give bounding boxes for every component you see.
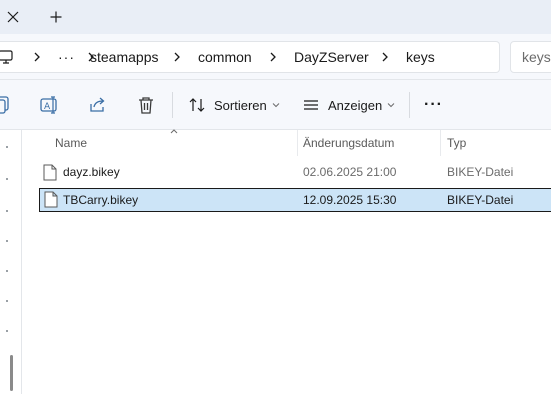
file-icon [44, 191, 58, 208]
nav-item-marker [6, 240, 8, 242]
file-list: Name Änderungsdatum Typ dayz.bikey 02.06… [22, 129, 551, 394]
file-icon [43, 164, 57, 181]
more-options-button[interactable]: ··· [424, 92, 443, 118]
search-placeholder: keys [522, 49, 551, 65]
plus-icon [50, 11, 62, 23]
file-type: BIKEY-Datei [447, 165, 514, 179]
command-bar: A Sortieren Anzeigen ··· [0, 80, 551, 130]
new-tab-button[interactable] [42, 4, 70, 30]
breadcrumb-common[interactable]: common [198, 42, 252, 72]
sort-icon [189, 98, 205, 112]
toolbar-separator [409, 92, 410, 118]
file-row-selected[interactable]: TBCarry.bikey 12.09.2025 15:30 BIKEY-Dat… [39, 188, 551, 212]
copy-icon[interactable] [0, 95, 14, 115]
chevron-down-icon [387, 103, 395, 108]
chevron-right-icon [174, 52, 180, 62]
chevron-right-icon [34, 52, 40, 62]
close-icon [7, 11, 19, 23]
breadcrumb-dayzserver[interactable]: DayZServer [294, 42, 369, 72]
nav-item-marker [6, 146, 8, 148]
file-date: 02.06.2025 21:00 [303, 165, 397, 179]
close-tab-button[interactable] [0, 4, 26, 30]
delete-icon[interactable] [136, 95, 156, 115]
svg-text:A: A [44, 102, 51, 112]
computer-icon [0, 50, 13, 64]
breadcrumb-keys[interactable]: keys [406, 42, 435, 72]
view-label: Anzeigen [328, 97, 383, 113]
chevron-right-icon [382, 52, 388, 62]
column-divider[interactable] [440, 130, 441, 156]
nav-item-marker [6, 330, 8, 332]
chevron-down-icon [272, 103, 280, 108]
nav-scrollbar[interactable] [10, 355, 13, 391]
column-divider[interactable] [297, 130, 298, 156]
sort-ascending-icon [170, 129, 178, 134]
breadcrumb-steamapps[interactable]: steamapps [90, 42, 158, 72]
file-row[interactable]: dayz.bikey 02.06.2025 21:00 BIKEY-Datei [39, 161, 551, 185]
tab-strip [0, 0, 551, 34]
column-header-type[interactable]: Typ [447, 130, 466, 156]
breadcrumb[interactable]: ··· steamapps common DayZServer keys [0, 41, 500, 73]
file-name: TBCarry.bikey [63, 193, 139, 207]
file-type: BIKEY-Datei [447, 193, 514, 207]
breadcrumb-overflow[interactable]: ··· [58, 42, 75, 72]
file-name: dayz.bikey [63, 165, 120, 179]
search-input[interactable]: keys [510, 41, 551, 73]
nav-item-marker [6, 300, 8, 302]
column-header-name[interactable]: Name [55, 130, 87, 156]
sort-button[interactable]: Sortieren [188, 92, 280, 118]
rename-icon[interactable]: A [40, 95, 60, 115]
file-date: 12.09.2025 15:30 [303, 193, 397, 207]
share-icon[interactable] [88, 95, 108, 115]
nav-item-marker [6, 178, 8, 180]
nav-item-marker [6, 210, 8, 212]
chevron-right-icon [270, 52, 276, 62]
sort-label: Sortieren [214, 97, 267, 113]
view-list-icon [304, 100, 318, 110]
toolbar-separator [172, 92, 173, 118]
address-bar-row: ··· steamapps common DayZServer keys key… [0, 34, 551, 80]
column-header-date[interactable]: Änderungsdatum [303, 130, 394, 156]
view-button[interactable]: Anzeigen [302, 92, 395, 118]
navigation-pane[interactable] [0, 130, 22, 394]
nav-item-marker [6, 270, 8, 272]
